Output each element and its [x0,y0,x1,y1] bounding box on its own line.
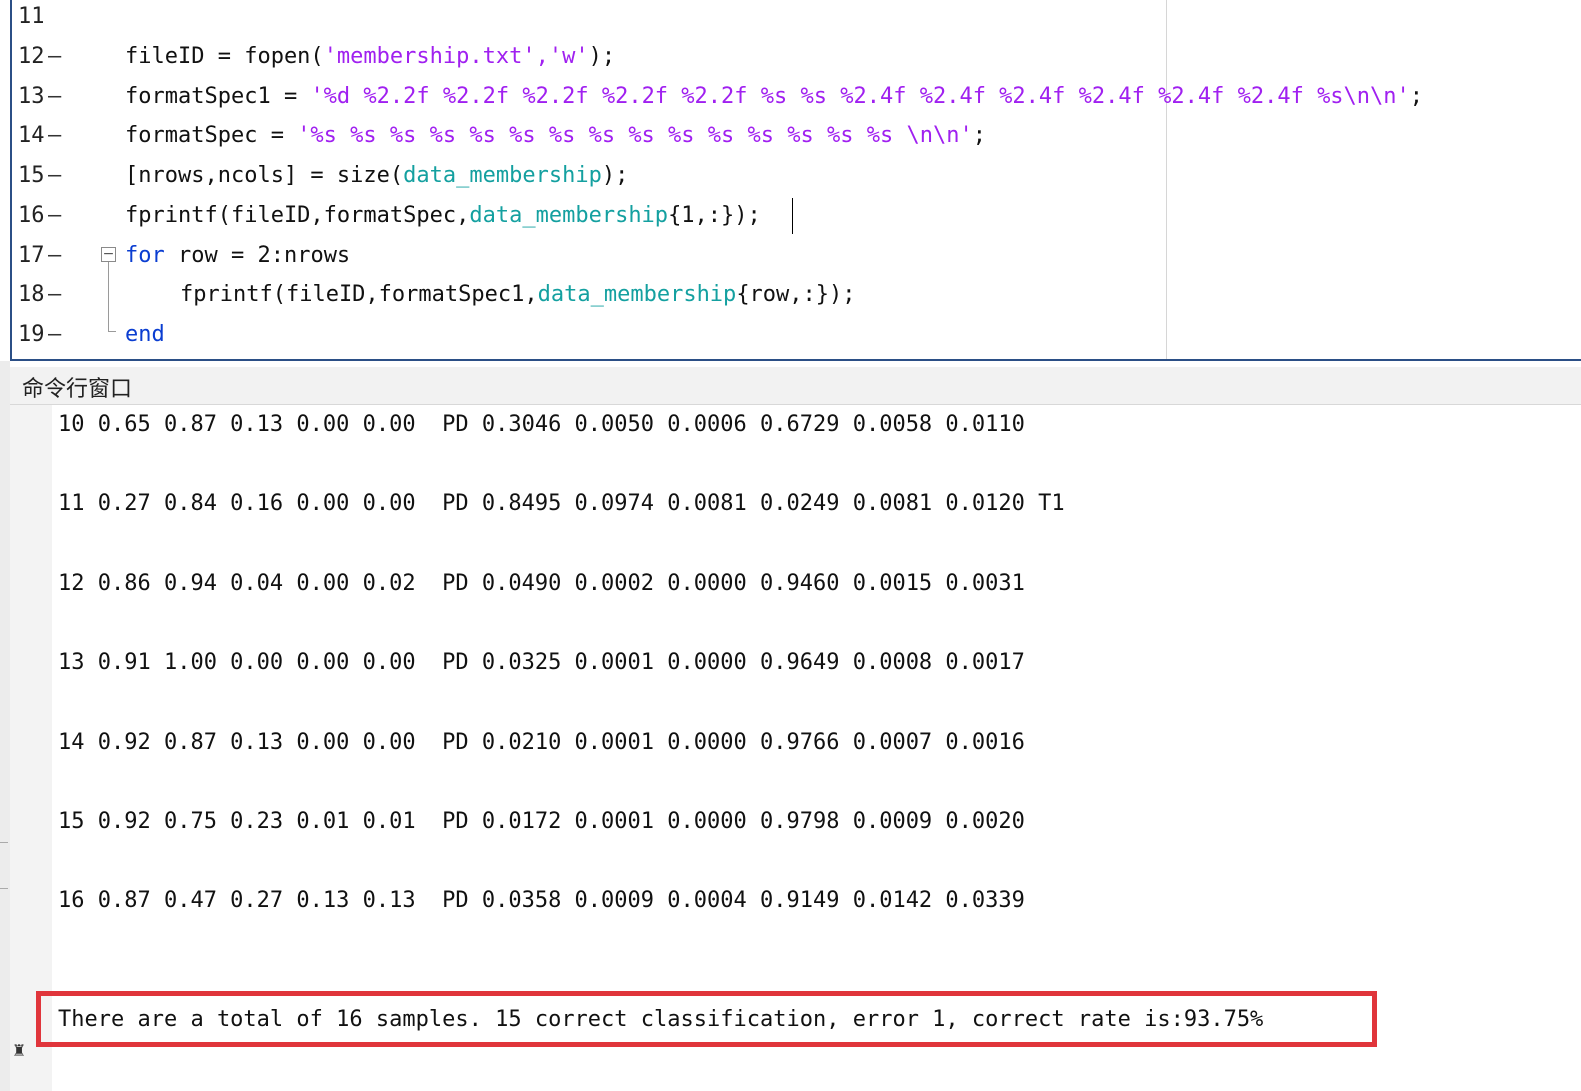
line-number: 16— [18,196,88,236]
code-line-17[interactable]: for row = 2:nrows [125,236,350,276]
code-line-16[interactable]: fprintf(fileID,formatSpec,data_membershi… [125,196,761,236]
line-number: 19— [18,315,88,355]
line-number: 17— [18,236,88,276]
edge-tick [0,888,8,889]
breakpoint-marker[interactable]: — [48,156,68,196]
fold-guide-end [108,331,116,332]
code-line-12[interactable]: fileID = fopen('membership.txt','w'); [125,37,615,77]
left-panel-edge [0,361,10,1091]
code-line-14[interactable]: formatSpec = '%s %s %s %s %s %s %s %s %s… [125,116,986,156]
code-editor[interactable]: 11 12— 13— 14— 15— 16— 17— 18— 19— fileI… [10,0,1581,361]
output-line: 15 0.92 0.75 0.23 0.01 0.01 PD 0.0172 0.… [58,809,1025,834]
edge-tick [0,842,8,843]
breakpoint-marker[interactable]: — [48,196,68,236]
code-line-15[interactable]: [nrows,ncols] = size(data_membership); [125,156,628,196]
line-number: 13— [18,77,88,117]
line-number: 15— [18,156,88,196]
command-window-gutter [10,405,52,1091]
output-line: 10 0.65 0.87 0.13 0.00 0.00 PD 0.3046 0.… [58,412,1025,437]
breakpoint-marker[interactable]: — [48,236,68,276]
right-margin-line [1166,0,1167,359]
breakpoint-marker[interactable]: — [48,37,68,77]
breakpoint-marker[interactable]: — [48,275,68,315]
breakpoint-marker[interactable]: — [48,116,68,156]
line-number: 18— [18,275,88,315]
code-line-13[interactable]: formatSpec1 = '%d %2.2f %2.2f %2.2f %2.2… [125,77,1423,117]
code-line-18[interactable]: fprintf(fileID,formatSpec1,data_membersh… [180,275,856,315]
line-number: 11 [18,4,45,29]
output-line: 12 0.86 0.94 0.04 0.00 0.02 PD 0.0490 0.… [58,571,1025,596]
minus-icon: − [102,246,115,262]
command-window-title: 命令行窗口 [22,377,133,402]
output-line: 11 0.27 0.84 0.16 0.00 0.00 PD 0.8495 0.… [58,491,1065,516]
fx-prompt-icon[interactable]: ♜ [12,1041,26,1060]
output-line: 16 0.87 0.47 0.27 0.13 0.13 PD 0.0358 0.… [58,888,1025,913]
command-window-header[interactable]: 命令行窗口 [10,367,1581,405]
output-line: 14 0.92 0.87 0.13 0.00 0.00 PD 0.0210 0.… [58,730,1025,755]
code-fold-toggle[interactable]: − [101,247,116,262]
fold-guide-line [108,262,109,332]
text-cursor [792,198,793,234]
line-number: 12— [18,37,88,77]
code-line-19[interactable]: end [125,315,165,355]
line-number-gutter: 11 12— 13— 14— 15— 16— 17— 18— 19— [12,0,94,359]
output-line: 13 0.91 1.00 0.00 0.00 0.00 PD 0.0325 0.… [58,650,1025,675]
breakpoint-marker[interactable]: — [48,77,68,117]
command-window[interactable]: 10 0.65 0.87 0.13 0.00 0.00 PD 0.3046 0.… [10,405,1581,1091]
breakpoint-marker[interactable]: — [48,315,68,355]
highlight-box [36,991,1377,1047]
line-number: 14— [18,116,88,156]
